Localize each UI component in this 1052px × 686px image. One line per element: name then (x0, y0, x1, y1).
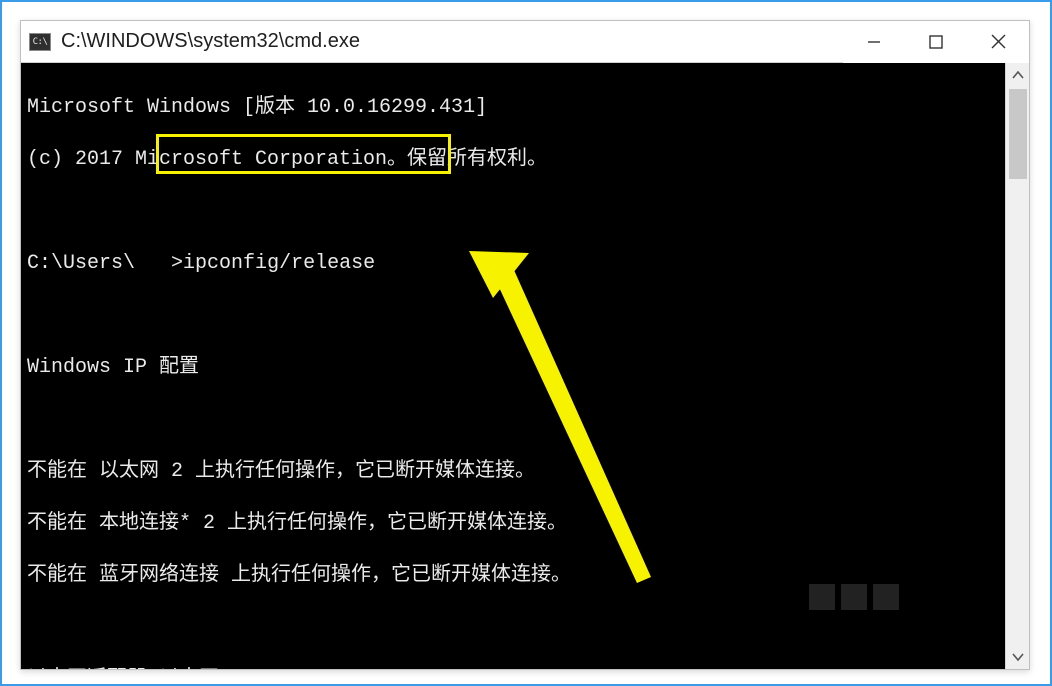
chevron-up-icon (1012, 70, 1024, 80)
watermark (809, 569, 989, 624)
version-line: Microsoft Windows [版本 10.0.16299.431] (27, 95, 999, 121)
watermark-box-icon (841, 584, 867, 610)
minimize-button[interactable] (843, 21, 905, 63)
blank-line (27, 303, 999, 329)
prompt-command: >ipconfig/release (171, 252, 375, 275)
cmd-icon: C:\ (29, 33, 51, 51)
prompt-line: C:\Users\ >ipconfig/release (27, 251, 999, 277)
prompt-path: C:\Users\ (27, 252, 135, 275)
chevron-down-icon (1012, 652, 1024, 662)
watermark-box-icon (873, 584, 899, 610)
outer-frame: C:\ C:\WINDOWS\system32\cmd.exe Microsof… (0, 0, 1052, 686)
adapter1-header: 以太网适配器 以太网 2: (27, 667, 999, 669)
cmd-window: C:\ C:\WINDOWS\system32\cmd.exe Microsof… (20, 20, 1030, 670)
error-line-2: 不能在 本地连接* 2 上执行任何操作，它已断开媒体连接。 (27, 511, 999, 537)
watermark-box-icon (809, 584, 835, 610)
minimize-icon (866, 34, 882, 50)
window-title: C:\WINDOWS\system32\cmd.exe (61, 30, 360, 53)
close-button[interactable] (967, 21, 1029, 63)
ipconfig-header: Windows IP 配置 (27, 355, 999, 381)
blank-line (27, 407, 999, 433)
blank-line (27, 199, 999, 225)
terminal-area: Microsoft Windows [版本 10.0.16299.431] (c… (21, 63, 1029, 669)
maximize-button[interactable] (905, 21, 967, 63)
scroll-down-button[interactable] (1006, 645, 1030, 669)
error-line-1: 不能在 以太网 2 上执行任何操作，它已断开媒体连接。 (27, 459, 999, 485)
titlebar[interactable]: C:\ C:\WINDOWS\system32\cmd.exe (21, 21, 1029, 63)
scroll-up-button[interactable] (1006, 63, 1030, 87)
scrollbar-track[interactable] (1005, 63, 1029, 669)
close-icon (991, 34, 1006, 49)
copyright-line: (c) 2017 Microsoft Corporation。保留所有权利。 (27, 147, 999, 173)
scrollbar-thumb[interactable] (1009, 89, 1027, 179)
maximize-icon (929, 35, 943, 49)
